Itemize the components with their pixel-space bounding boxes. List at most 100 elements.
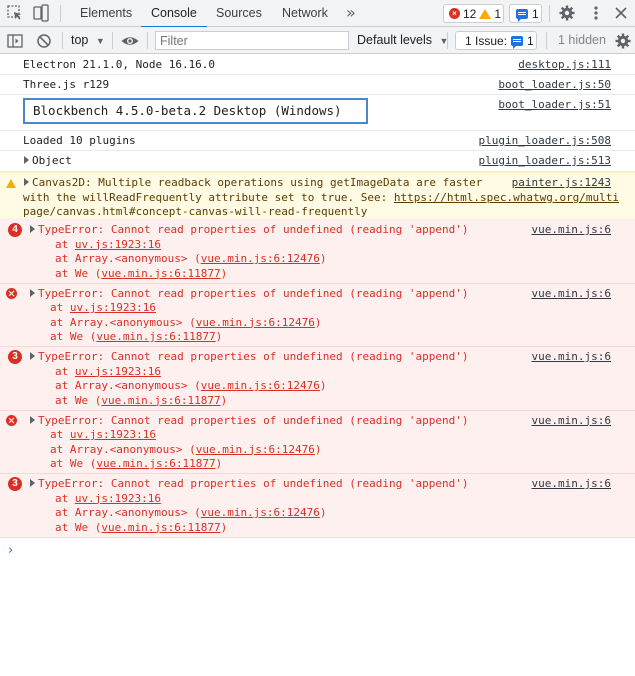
stack-frame-link[interactable]: vue.min.js:6:11877 [101,267,220,280]
expand-arrow-icon [24,156,29,164]
stack-frame-link[interactable]: uv.js:1923:16 [70,301,156,314]
object-label: Object [32,154,72,167]
error-message[interactable]: TypeError: Cannot read properties of und… [30,477,468,492]
chevron-down-icon: ▼ [95,36,105,46]
stack-frame-link[interactable]: vue.min.js:6:12476 [196,316,315,329]
expand-arrow-icon [30,225,35,233]
log-row: Loaded 10 plugins plugin_loader.js:508 [0,131,635,151]
log-row: Electron 21.1.0, Node 16.16.0 desktop.js… [0,55,635,75]
filter-input[interactable] [155,31,349,50]
tab-network[interactable]: Network [282,0,328,27]
stack-frame: at Array.<anonymous> (vue.min.js:6:12476… [50,442,322,456]
toolbar-separator [447,32,448,49]
warning-link-continued[interactable]: page/canvas.html#concept-canvas-will-rea… [23,205,367,220]
live-expression-eye-icon[interactable] [120,32,140,50]
tab-console[interactable]: Console [141,0,207,28]
tab-separator [549,5,550,22]
log-message: Loaded 10 plugins [23,134,136,147]
stack-frame: at Array.<anonymous> (vue.min.js:6:12476… [55,506,327,519]
log-message: Three.js r129 [23,78,110,91]
error-warning-counter[interactable]: × 12 1 [443,4,504,23]
stack-frame: at uv.js:1923:16 [50,428,156,441]
settings-gear-icon[interactable] [558,4,576,22]
warning-message-line2: with the willReadFrequently attribute se… [23,190,620,204]
expand-arrow-icon [30,288,35,297]
expand-arrow-icon [30,352,35,360]
log-message: Electron 21.1.0, Node 16.16.0 [23,58,216,71]
stack-frame-link[interactable]: vue.min.js:6:12476 [201,379,320,392]
log-row: Three.js r129 boot_loader.js:50 [0,75,635,95]
stack-frame: at uv.js:1923:16 [50,301,156,314]
console-settings-gear-icon[interactable] [614,32,632,50]
log-source-link[interactable]: boot_loader.js:51 [498,98,611,113]
error-source-link[interactable]: vue.min.js:6 [532,287,611,302]
error-icon [6,414,17,426]
error-message[interactable]: TypeError: Cannot read properties of und… [30,414,468,429]
log-source-link[interactable]: plugin_loader.js:508 [479,134,611,149]
stack-frame-link[interactable]: vue.min.js:6:12476 [201,506,320,519]
error-list: 4 TypeError: Cannot read properties of u… [0,220,635,538]
log-source-link[interactable]: plugin_loader.js:513 [479,154,611,169]
warning-count: 1 [494,6,502,21]
error-row: 4 TypeError: Cannot read properties of u… [0,220,635,284]
styled-log-message: Blockbench 4.5.0-beta.2 Desktop (Windows… [23,98,368,124]
devtools-tab-bar: Elements Console Sources Network » × 12 … [0,0,635,28]
warning-icon [6,179,16,188]
console-toolbar: top ▼ Default levels ▼ 1 Issue: 1 1 hidd… [0,27,635,54]
error-repeat-count-badge: 4 [8,223,22,237]
error-icon [6,287,17,299]
error-message[interactable]: TypeError: Cannot read properties of und… [30,223,468,238]
error-source-link[interactable]: vue.min.js:6 [532,477,611,492]
context-selector[interactable]: top ▼ [71,27,105,54]
stack-frame-link[interactable]: vue.min.js:6:11877 [101,394,220,407]
error-repeat-count-badge: 3 [8,350,22,364]
warning-icon [479,8,492,19]
stack-frame-link[interactable]: vue.min.js:6:11877 [101,521,220,534]
error-message[interactable]: TypeError: Cannot read properties of und… [30,287,468,302]
stack-frame: at uv.js:1923:16 [55,491,161,505]
stack-frame-link[interactable]: vue.min.js:6:11877 [96,330,215,343]
more-options-icon[interactable] [587,4,605,22]
toolbar-separator [112,32,113,49]
expand-arrow-icon [30,415,35,424]
more-tabs-icon[interactable]: » [346,0,356,27]
stack-frame-link[interactable]: vue.min.js:6:11877 [96,457,215,470]
toolbar-separator [62,32,63,49]
stack-frame: at We (vue.min.js:6:11877) [55,520,228,534]
log-source-link[interactable]: desktop.js:111 [518,58,611,73]
console-prompt-icon[interactable]: › [8,543,13,558]
tab-sources[interactable]: Sources [216,0,262,27]
stack-frame-link[interactable]: vue.min.js:6:12476 [196,443,315,456]
error-source-link[interactable]: vue.min.js:6 [532,350,611,365]
show-sidebar-icon[interactable] [6,32,24,50]
clear-console-icon[interactable] [35,32,53,50]
stack-frame-link[interactable]: uv.js:1923:16 [70,428,156,441]
message-counter[interactable]: 1 [509,4,542,23]
hidden-count: 1 hidden [558,33,606,47]
warning-source-link[interactable]: painter.js:1243 [512,176,611,191]
error-message[interactable]: TypeError: Cannot read properties of und… [30,350,468,365]
inspect-element-icon[interactable] [6,4,24,22]
message-count: 1 [532,6,539,21]
tab-elements[interactable]: Elements [80,0,132,27]
log-source-link[interactable]: boot_loader.js:50 [498,78,611,93]
stack-frame-link[interactable]: uv.js:1923:16 [75,492,161,505]
stack-frame-link[interactable]: uv.js:1923:16 [75,238,161,251]
issue-count: 1 [527,33,534,48]
issues-button[interactable]: 1 Issue: 1 [455,31,537,50]
log-row: Blockbench 4.5.0-beta.2 Desktop (Windows… [0,95,635,131]
expand-arrow-icon [30,479,35,487]
object-expander[interactable]: Object [24,154,72,169]
stack-frame-link[interactable]: vue.min.js:6:12476 [201,252,320,265]
toolbar-separator [546,32,547,49]
stack-frame: at Array.<anonymous> (vue.min.js:6:12476… [55,252,327,265]
warning-link[interactable]: https://html.spec.whatwg.org/multi [394,191,619,204]
close-icon[interactable] [612,4,630,22]
stack-frame-link[interactable]: uv.js:1923:16 [75,365,161,378]
warning-message-line1[interactable]: Canvas2D: Multiple readback operations u… [24,176,482,191]
error-source-link[interactable]: vue.min.js:6 [532,223,611,238]
error-source-link[interactable]: vue.min.js:6 [532,414,611,429]
device-toolbar-icon[interactable] [32,4,50,22]
log-levels-dropdown[interactable]: Default levels ▼ [357,27,448,54]
error-repeat-count-badge: 3 [8,477,22,491]
